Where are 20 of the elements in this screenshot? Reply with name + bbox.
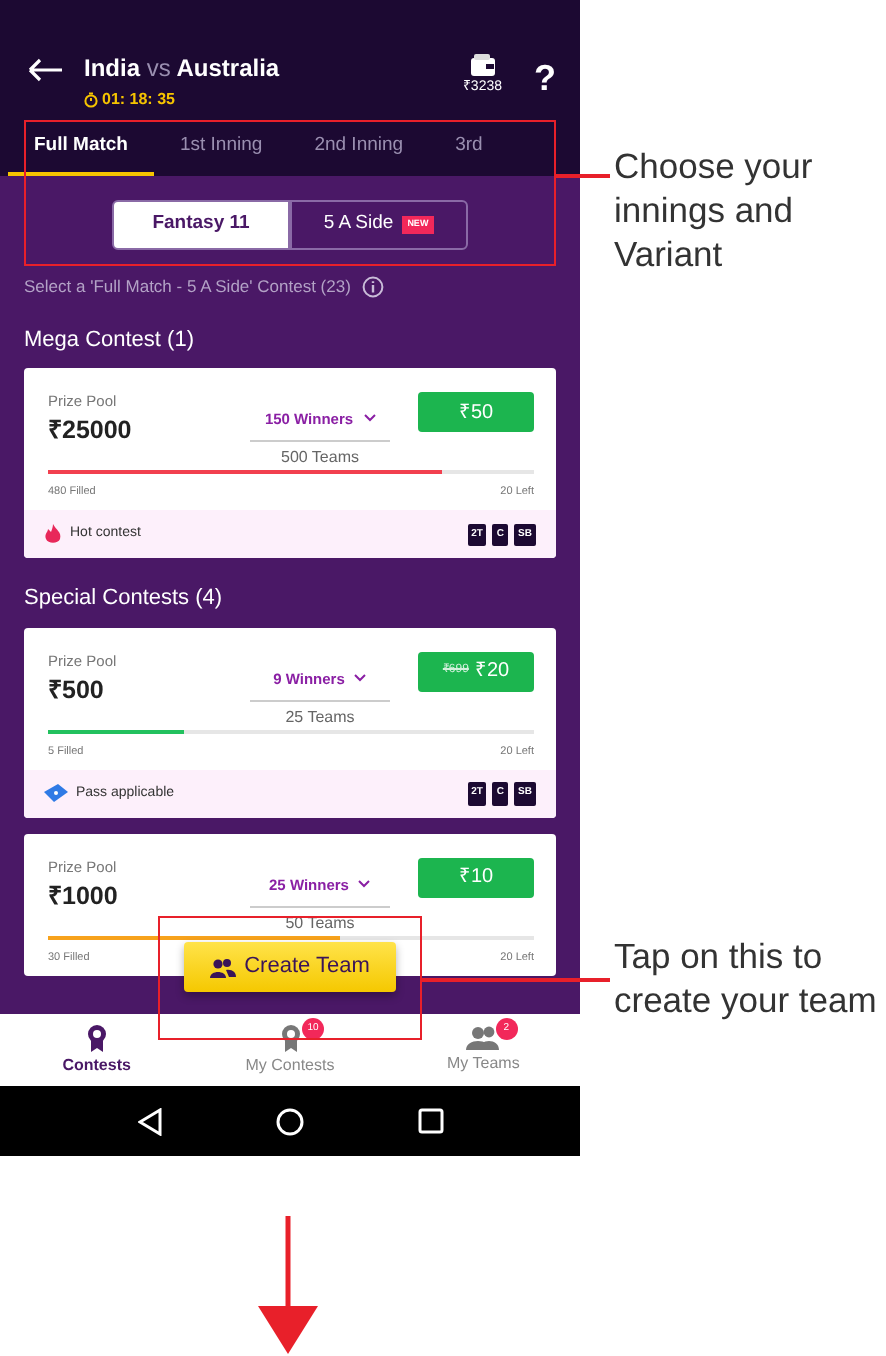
teams-count: 25 Teams bbox=[283, 707, 357, 728]
prize-amount: ₹25000 bbox=[48, 416, 132, 445]
callout-text: Tap on this to create your team bbox=[614, 934, 879, 1022]
match-title: India vs Australia bbox=[84, 54, 280, 82]
help-icon[interactable]: ? bbox=[534, 60, 556, 96]
prize-amount: ₹500 bbox=[48, 675, 106, 704]
innings-tab[interactable]: 1st Inning bbox=[153, 120, 289, 176]
innings-tab[interactable]: 2nd Inning bbox=[288, 120, 430, 176]
section-title: Mega Contest (1) bbox=[24, 325, 196, 356]
contest-count-text: Select a 'Full Match - 5 A Side' Contest (23) bbox=[24, 274, 351, 300]
innings-tab[interactable]: Full Match bbox=[8, 120, 154, 176]
teams-count: 500 Teams bbox=[279, 448, 361, 469]
variant-tab[interactable]: Fantasy 11 bbox=[112, 200, 290, 250]
countdown-timer: 01: 18: 35 bbox=[102, 88, 175, 112]
section-title: Special Contests (4) bbox=[24, 584, 225, 615]
bottom-nav-tab[interactable]: Contests bbox=[0, 1014, 194, 1086]
prize-amount: ₹1000 bbox=[48, 881, 118, 910]
innings-tab[interactable]: 3rd bbox=[429, 120, 509, 176]
callout-text: Choose your innings and Variant bbox=[614, 144, 815, 276]
create-team-button[interactable]: Create Team bbox=[184, 942, 396, 992]
